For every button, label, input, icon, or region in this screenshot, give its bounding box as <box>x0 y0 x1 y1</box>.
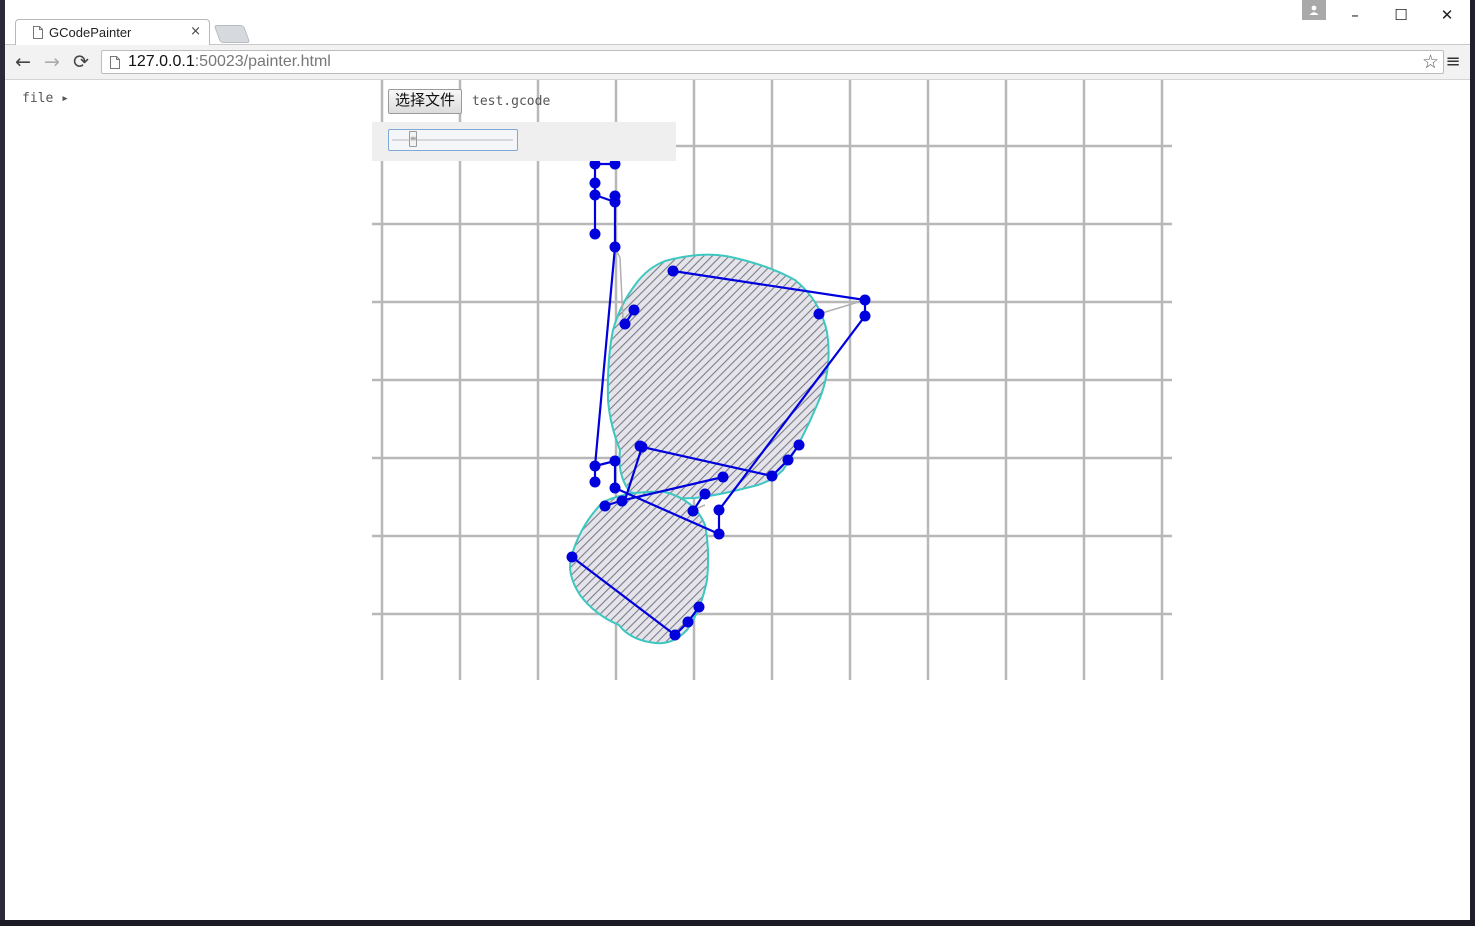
path-vertex <box>589 476 601 488</box>
path-vertex <box>859 294 871 306</box>
path-vertex <box>634 440 646 452</box>
path-vertex <box>609 455 621 467</box>
page-content: file ▸ 选择文件 test.gcode ≡ <box>5 80 1470 920</box>
path-vertex <box>628 304 640 316</box>
browser-window: GCodePainter × – ☐ ✕ ← → ⟳ 127.0.0.1:500… <box>5 0 1470 920</box>
forward-button[interactable]: → <box>41 51 63 73</box>
reload-button[interactable]: ⟳ <box>70 51 92 73</box>
taskbar-edge <box>0 920 1475 926</box>
maximize-button[interactable]: ☐ <box>1386 4 1416 26</box>
path-vertex <box>589 460 601 472</box>
tab-title: GCodePainter <box>49 25 132 40</box>
new-tab-button[interactable] <box>213 25 251 43</box>
path-vertex <box>589 189 601 201</box>
page-icon <box>33 26 43 39</box>
close-window-button[interactable]: ✕ <box>1432 4 1462 26</box>
path-vertex <box>566 551 578 563</box>
gcode-canvas[interactable] <box>5 80 1470 920</box>
tab-gcodepainter[interactable]: GCodePainter × <box>15 19 210 45</box>
desktop-edge <box>0 0 5 926</box>
browser-menu-icon[interactable]: ≡ <box>1445 51 1461 73</box>
path-vertex <box>616 495 628 507</box>
path-vertex <box>682 616 694 628</box>
selected-file-name: test.gcode <box>472 94 551 109</box>
path-vertex <box>713 528 725 540</box>
path-vertex <box>713 504 725 516</box>
url-path: :50023/painter.html <box>194 53 331 70</box>
file-menu[interactable]: file ▸ <box>22 91 69 106</box>
choose-file-button[interactable]: 选择文件 <box>388 89 463 114</box>
profile-icon[interactable] <box>1302 0 1326 20</box>
path-vertex <box>667 265 679 277</box>
region-upper <box>606 253 830 500</box>
path-vertex <box>669 629 681 641</box>
path-vertex <box>687 505 699 517</box>
tab-strip: GCodePainter × – ☐ ✕ <box>5 0 1470 45</box>
path-vertex <box>699 488 711 500</box>
layer-slider[interactable]: ≡ <box>388 129 518 151</box>
page-icon <box>110 56 120 69</box>
path-vertex <box>859 310 871 322</box>
url-text: 127.0.0.1:50023/painter.html <box>128 53 331 71</box>
path-vertex <box>589 177 601 189</box>
path-vertex <box>609 482 621 494</box>
path-vertex <box>589 228 601 240</box>
tab-close-icon[interactable]: × <box>190 24 201 40</box>
path-vertex <box>793 439 805 451</box>
path-vertex <box>766 470 778 482</box>
slider-thumb[interactable]: ≡ <box>408 131 417 147</box>
minimize-button[interactable]: – <box>1340 4 1370 26</box>
path-vertex <box>813 308 825 320</box>
url-host: 127.0.0.1 <box>128 53 195 70</box>
path-vertex <box>609 196 621 208</box>
path-vertex <box>609 241 621 253</box>
layer-slider-panel: ≡ <box>372 122 676 161</box>
path-vertex <box>619 318 631 330</box>
path-vertex <box>782 454 794 466</box>
path-vertex <box>717 471 729 483</box>
person-icon <box>1309 5 1319 15</box>
back-button[interactable]: ← <box>12 51 34 73</box>
bookmark-star-icon[interactable]: ☆ <box>1422 51 1439 73</box>
path-vertex <box>599 500 611 512</box>
address-bar[interactable]: 127.0.0.1:50023/painter.html ☆ <box>101 50 1444 74</box>
browser-toolbar: ← → ⟳ 127.0.0.1:50023/painter.html ☆ ≡ <box>5 45 1470 80</box>
path-vertex <box>693 601 705 613</box>
